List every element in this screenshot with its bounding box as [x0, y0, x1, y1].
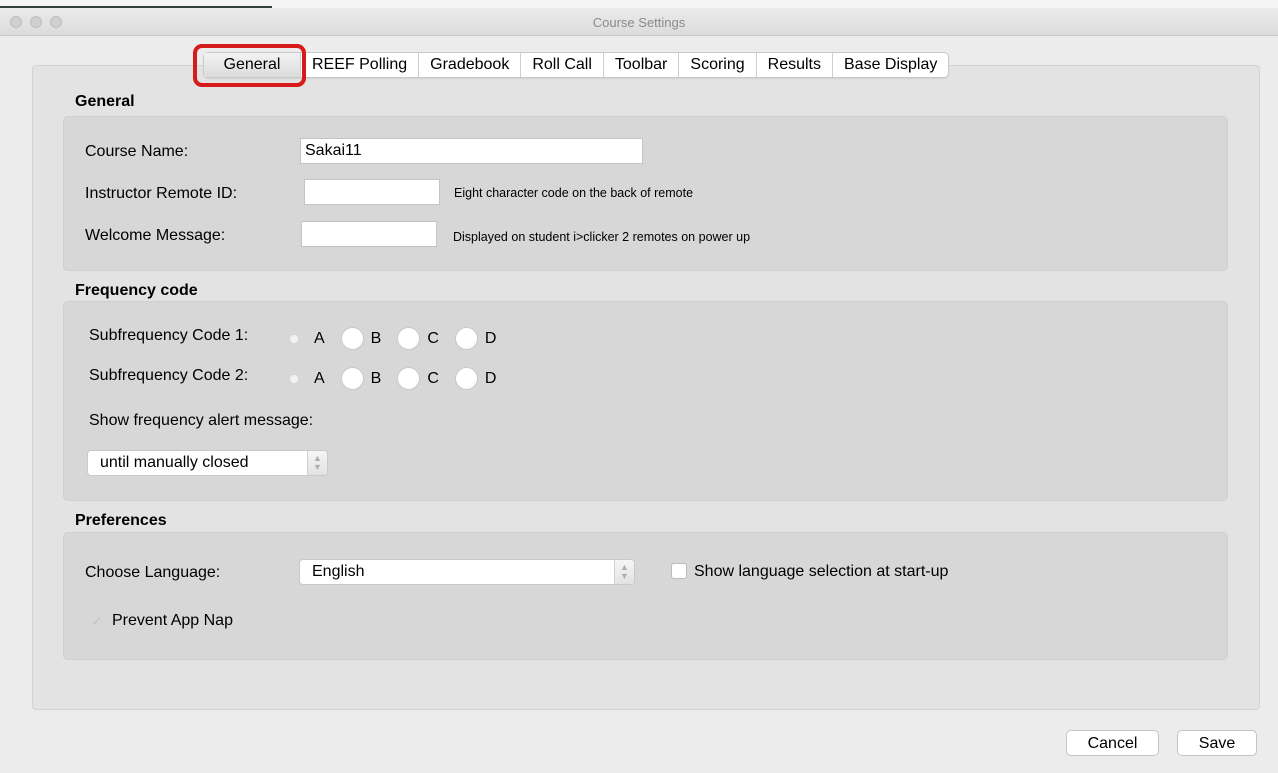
- tab-highlight-annotation: [193, 44, 306, 87]
- code2-radio-b[interactable]: B: [340, 367, 381, 390]
- code1-radio-a[interactable]: A: [282, 330, 325, 348]
- tab-bar: General REEF Polling Gradebook Roll Call…: [203, 52, 950, 78]
- tab-base-display[interactable]: Base Display: [833, 53, 948, 77]
- show-language-checkbox[interactable]: [671, 563, 687, 579]
- cancel-button[interactable]: Cancel: [1066, 730, 1159, 756]
- frequency-alert-value: until manually closed: [100, 454, 249, 471]
- prevent-app-nap-label: Prevent App Nap: [112, 612, 233, 629]
- subfrequency-code-2-radios: A B C D: [282, 367, 512, 390]
- code1-radio-d[interactable]: D: [454, 327, 496, 350]
- preferences-section-header: Preferences: [75, 512, 167, 529]
- frequency-section-header: Frequency code: [75, 282, 198, 299]
- select-stepper-icon: ▲ ▼: [307, 451, 327, 475]
- title-bar[interactable]: Course Settings: [0, 8, 1278, 36]
- welcome-message-hint: Displayed on student i>clicker 2 remotes…: [453, 230, 751, 244]
- frequency-alert-select[interactable]: until manually closed ▲ ▼: [87, 450, 328, 476]
- save-button[interactable]: Save: [1177, 730, 1257, 756]
- code2-radio-c[interactable]: C: [397, 367, 439, 390]
- code1-radio-c[interactable]: C: [397, 327, 439, 350]
- choose-language-label: Choose Language:: [85, 564, 221, 581]
- show-language-label: Show language selection at start-up: [694, 563, 949, 580]
- course-name-input[interactable]: [300, 138, 643, 164]
- course-name-label: Course Name:: [85, 143, 189, 160]
- select-stepper-icon: ▲ ▼: [614, 560, 634, 584]
- prevent-app-nap-check-icon[interactable]: ✓: [91, 613, 103, 630]
- general-section-header: General: [75, 93, 135, 110]
- tab-results[interactable]: Results: [757, 53, 833, 77]
- tab-gradebook[interactable]: Gradebook: [419, 53, 522, 77]
- code1-radio-b[interactable]: B: [340, 327, 381, 350]
- subfrequency-code-1-label: Subfrequency Code 1:: [89, 327, 249, 344]
- language-select[interactable]: English ▲ ▼: [299, 559, 635, 585]
- tab-roll-call[interactable]: Roll Call: [521, 53, 604, 77]
- instructor-remote-id-input[interactable]: [304, 179, 440, 205]
- frequency-alert-label: Show frequency alert message:: [89, 412, 314, 429]
- language-value: English: [312, 563, 365, 580]
- tab-toolbar[interactable]: Toolbar: [604, 53, 680, 77]
- subfrequency-code-1-radios: A B C D: [282, 327, 512, 350]
- welcome-message-label: Welcome Message:: [85, 227, 226, 244]
- tab-reef-polling[interactable]: REEF Polling: [301, 53, 420, 77]
- code2-radio-d[interactable]: D: [454, 367, 496, 390]
- instructor-remote-id-hint: Eight character code on the back of remo…: [454, 186, 694, 200]
- tab-scoring[interactable]: Scoring: [679, 53, 757, 77]
- preferences-group: [63, 532, 1228, 660]
- subfrequency-code-2-label: Subfrequency Code 2:: [89, 367, 249, 384]
- code2-radio-a[interactable]: A: [282, 370, 325, 388]
- instructor-remote-id-label: Instructor Remote ID:: [85, 185, 238, 202]
- window-title: Course Settings: [592, 15, 686, 30]
- background-strip: [0, 0, 1278, 9]
- welcome-message-input[interactable]: [301, 221, 437, 247]
